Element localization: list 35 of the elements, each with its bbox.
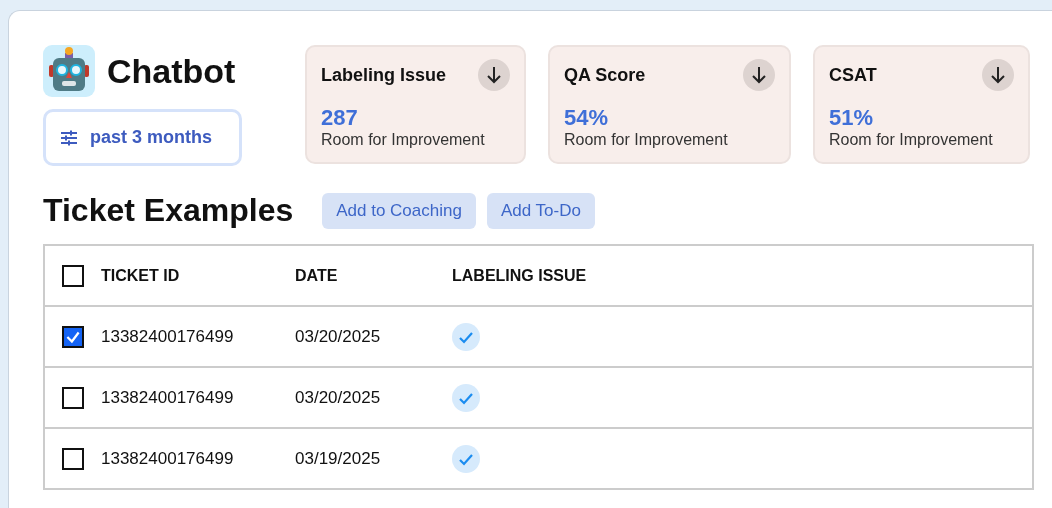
ticket-date: 03/20/2025 xyxy=(295,326,381,346)
row-checkbox[interactable] xyxy=(62,447,84,470)
ticket-date: 03/19/2025 xyxy=(295,448,381,468)
down-arrow-icon xyxy=(990,66,1006,84)
down-arrow-button[interactable] xyxy=(982,59,1014,91)
select-all-checkbox[interactable] xyxy=(62,264,84,287)
action-button[interactable]: Add To-Do xyxy=(486,192,595,229)
row-checkbox[interactable] xyxy=(62,386,84,409)
column-header: LABELING ISSUE xyxy=(452,266,587,285)
row-checkbox[interactable] xyxy=(62,325,84,348)
column-header: DATE xyxy=(295,266,338,284)
sliders-icon xyxy=(60,129,78,146)
page-title: Chatbot xyxy=(107,51,236,91)
card-title: Labeling Issue xyxy=(321,64,447,86)
action-button[interactable]: Add to Coaching xyxy=(322,192,476,229)
card-caption: Room for Improvement xyxy=(829,131,994,149)
card-caption: Room for Improvement xyxy=(564,131,729,149)
down-arrow-icon xyxy=(486,66,502,84)
ticket-date: 03/20/2025 xyxy=(295,387,381,407)
down-arrow-button[interactable] xyxy=(478,59,510,91)
down-arrow-icon xyxy=(751,66,767,84)
ticket-id: 13382400176499 xyxy=(101,387,234,407)
card-title: QA Score xyxy=(564,64,646,86)
card-caption: Room for Improvement xyxy=(321,131,486,149)
card-value: 51% xyxy=(829,105,875,131)
robot-icon xyxy=(43,45,95,97)
ticket-id: 13382400176499 xyxy=(101,326,234,346)
column-header: TICKET ID xyxy=(101,266,180,284)
date-filter-button[interactable]: past 3 months xyxy=(43,109,242,166)
section-title: Ticket Examples xyxy=(43,192,294,229)
card-title: CSAT xyxy=(829,64,877,86)
card-value: 54% xyxy=(564,105,610,131)
down-arrow-button[interactable] xyxy=(743,59,775,91)
ticket-id: 13382400176499 xyxy=(101,448,234,468)
card-value: 287 xyxy=(321,105,359,131)
